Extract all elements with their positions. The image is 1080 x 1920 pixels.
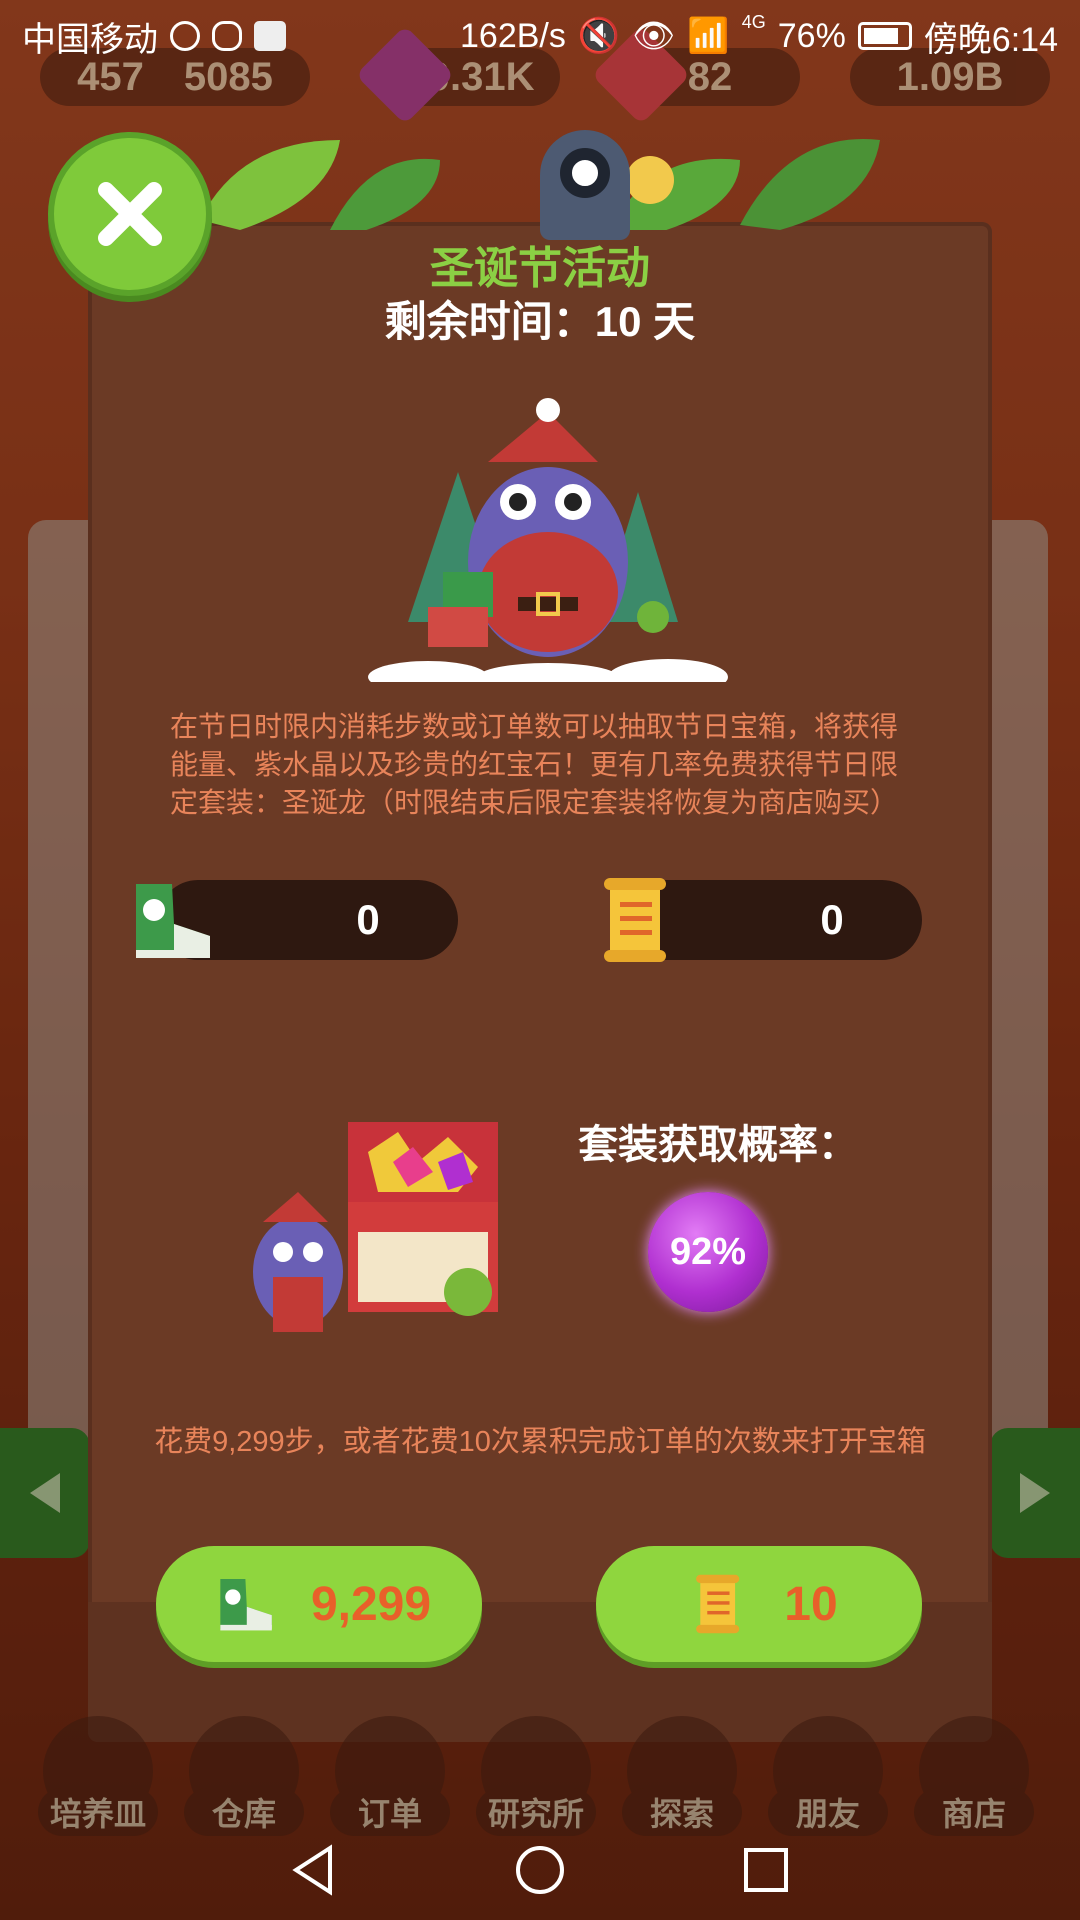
steps-cost-label: 9,299 — [310, 1577, 432, 1631]
orders-cost-label: 10 — [784, 1577, 838, 1631]
close-icon — [98, 182, 162, 246]
status-bar: 中国移动 162B/s 🔇 👁 📶 4G 76% 傍晚6:14 — [0, 0, 1080, 72]
battery-icon — [857, 22, 912, 50]
probability-orb: 92% — [648, 1192, 768, 1312]
treasure-chest-illustration — [253, 1122, 498, 1332]
system-nav-bar — [0, 1820, 1080, 1920]
eye-badge — [540, 130, 630, 240]
carrier-name: 中国移动 — [22, 20, 158, 59]
event-description: 在节日时限内消耗步数或订单数可以抽取节日宝箱，将获得能量、紫水晶以及珍贵的红宝石… — [170, 711, 899, 818]
back-icon[interactable] — [286, 1842, 342, 1898]
wifi-icon: 📶 — [687, 17, 730, 55]
remaining-time: 剩余时间：10 天 — [384, 298, 696, 345]
open-with-orders-button[interactable]: 10 — [596, 1546, 922, 1662]
battery-percent: 76% — [777, 16, 846, 55]
network-speed: 162B/s — [460, 16, 566, 55]
sneaker-icon — [136, 884, 210, 958]
steps-counter: 0 — [136, 880, 458, 960]
dialog-title: 圣诞节活动 — [430, 244, 650, 293]
open-with-steps-button[interactable]: 9,299 — [156, 1546, 482, 1662]
probability-value: 92% — [669, 1230, 747, 1273]
eye-icon: 👁 — [632, 17, 676, 55]
set-probability-label: 套装获取概率： — [578, 1123, 858, 1167]
orders-count: 0 — [820, 896, 844, 943]
mute-icon: 🔇 — [577, 17, 621, 55]
recents-icon[interactable] — [738, 1842, 794, 1898]
sneaker-icon — [220, 1578, 272, 1631]
notification-icon — [254, 21, 286, 51]
orders-counter: 0 — [604, 878, 922, 962]
christmas-event-dialog: 圣诞节活动 剩余时间：10 天 在节日时限内消耗步数或订单数可以抽取节日宝箱，将… — [88, 222, 992, 1742]
steps-count: 0 — [356, 896, 380, 943]
timer-icon — [170, 21, 200, 51]
network-type: 4G — [741, 11, 766, 32]
wechat-icon — [212, 21, 242, 51]
close-button[interactable] — [48, 132, 212, 296]
scroll-icon — [696, 1574, 740, 1634]
home-icon[interactable] — [512, 1842, 568, 1898]
christmas-dragon-illustration — [368, 398, 728, 682]
clock: 傍晚6:14 — [923, 20, 1058, 59]
scroll-icon — [604, 878, 666, 962]
cost-description: 花费9,299步，或者花费10次累积完成订单的次数来打开宝箱 — [154, 1426, 926, 1458]
